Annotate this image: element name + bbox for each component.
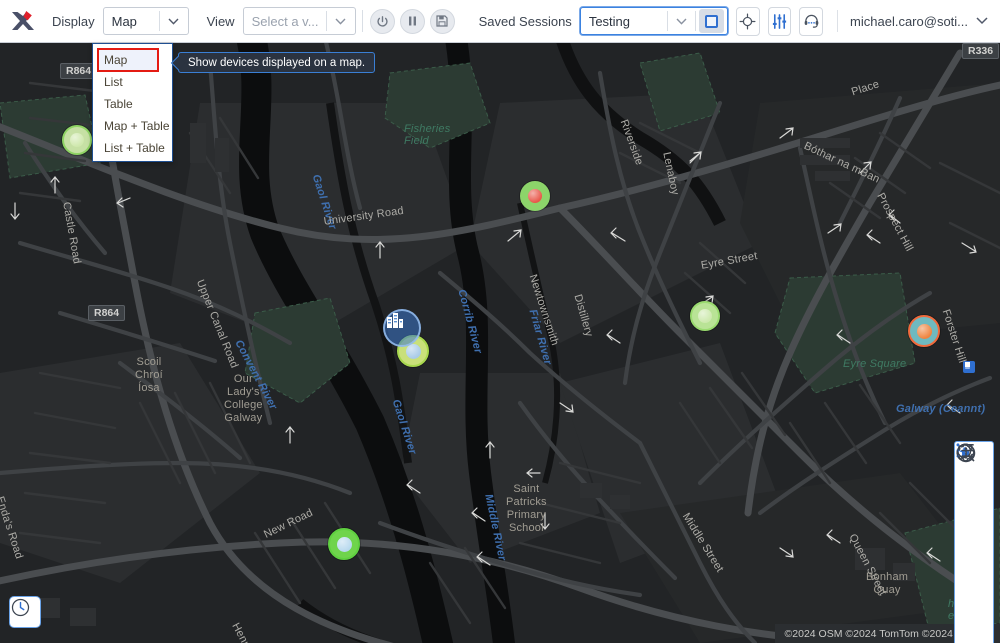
map-info-button[interactable] xyxy=(956,443,989,643)
route-shield-r864: R864 xyxy=(88,305,126,321)
display-select-value: Map xyxy=(111,13,137,29)
device-marker-station[interactable] xyxy=(908,315,940,347)
device-marker-new-road[interactable] xyxy=(328,528,360,560)
display-label: Display xyxy=(52,13,95,29)
toolbar-divider xyxy=(361,10,363,32)
clock-icon xyxy=(11,598,30,617)
chevron-down-icon[interactable] xyxy=(327,8,355,34)
map-zoom-in-button[interactable] xyxy=(957,444,989,545)
site-cluster-marker[interactable] xyxy=(383,309,421,347)
map-auto-button[interactable] xyxy=(956,443,989,513)
power-icon[interactable] xyxy=(369,8,395,34)
display-option-list[interactable]: List xyxy=(93,71,172,93)
stop-square-icon[interactable] xyxy=(698,9,724,33)
stop-square-glyph xyxy=(704,14,718,28)
sliders-icon[interactable] xyxy=(767,6,792,36)
map-legend-button[interactable] xyxy=(956,443,989,615)
marker-status-dot xyxy=(916,323,932,339)
view-select[interactable]: Select a v... xyxy=(242,7,356,35)
view-action-buttons xyxy=(356,8,461,34)
marker-status-dot xyxy=(698,309,712,323)
device-marker-eyre-street[interactable] xyxy=(690,301,720,331)
view-label: View xyxy=(206,13,235,29)
pause-icon[interactable] xyxy=(399,8,425,34)
display-option-list-table[interactable]: List + Table xyxy=(93,137,172,159)
display-select[interactable]: Map xyxy=(102,7,189,35)
marker-status-dot xyxy=(70,133,84,147)
display-option-map[interactable]: Map xyxy=(97,48,159,72)
device-marker-castle-road[interactable] xyxy=(62,125,92,155)
toolbar-divider xyxy=(837,10,839,32)
info-icon xyxy=(956,443,976,463)
soti-logo[interactable] xyxy=(0,0,46,42)
chevron-down-icon[interactable] xyxy=(668,8,695,34)
save-disk-icon[interactable] xyxy=(429,8,455,34)
saved-session-select[interactable]: Testing xyxy=(579,7,728,35)
display-dropdown-menu: Map List Table Map + Table List + Table xyxy=(92,43,173,162)
combo-divider xyxy=(694,11,696,31)
marker-status-dot xyxy=(336,536,352,552)
view-select-placeholder: Select a v... xyxy=(251,13,319,29)
user-account-email[interactable]: michael.caro@soti... xyxy=(850,14,968,29)
rail-station-icon xyxy=(963,361,975,373)
buildings-icon xyxy=(387,313,403,328)
map-zoom-out-button[interactable] xyxy=(957,444,989,577)
display-option-table[interactable]: Table xyxy=(93,93,172,115)
chevron-down-icon[interactable] xyxy=(160,8,188,34)
crosshair-icon[interactable] xyxy=(735,6,760,36)
map-controls-panel xyxy=(954,441,994,643)
saved-session-value: Testing xyxy=(588,13,631,29)
saved-sessions-label: Saved Sessions xyxy=(478,13,572,29)
top-toolbar: Display Map View Select a v... Saved Ses… xyxy=(0,0,1000,43)
headset-icon[interactable] xyxy=(799,6,824,36)
device-marker-alert-red[interactable] xyxy=(520,181,550,211)
display-map-tooltip: Show devices displayed on a map. xyxy=(178,52,376,73)
display-option-map-table[interactable]: Map + Table xyxy=(93,115,172,137)
application-root: Display Map View Select a v... Saved Ses… xyxy=(0,0,1000,643)
history-clock-button[interactable] xyxy=(9,596,41,628)
marker-status-dot xyxy=(528,189,542,203)
route-shield-r336: R336 xyxy=(962,43,1000,59)
chevron-down-icon[interactable] xyxy=(976,17,988,25)
